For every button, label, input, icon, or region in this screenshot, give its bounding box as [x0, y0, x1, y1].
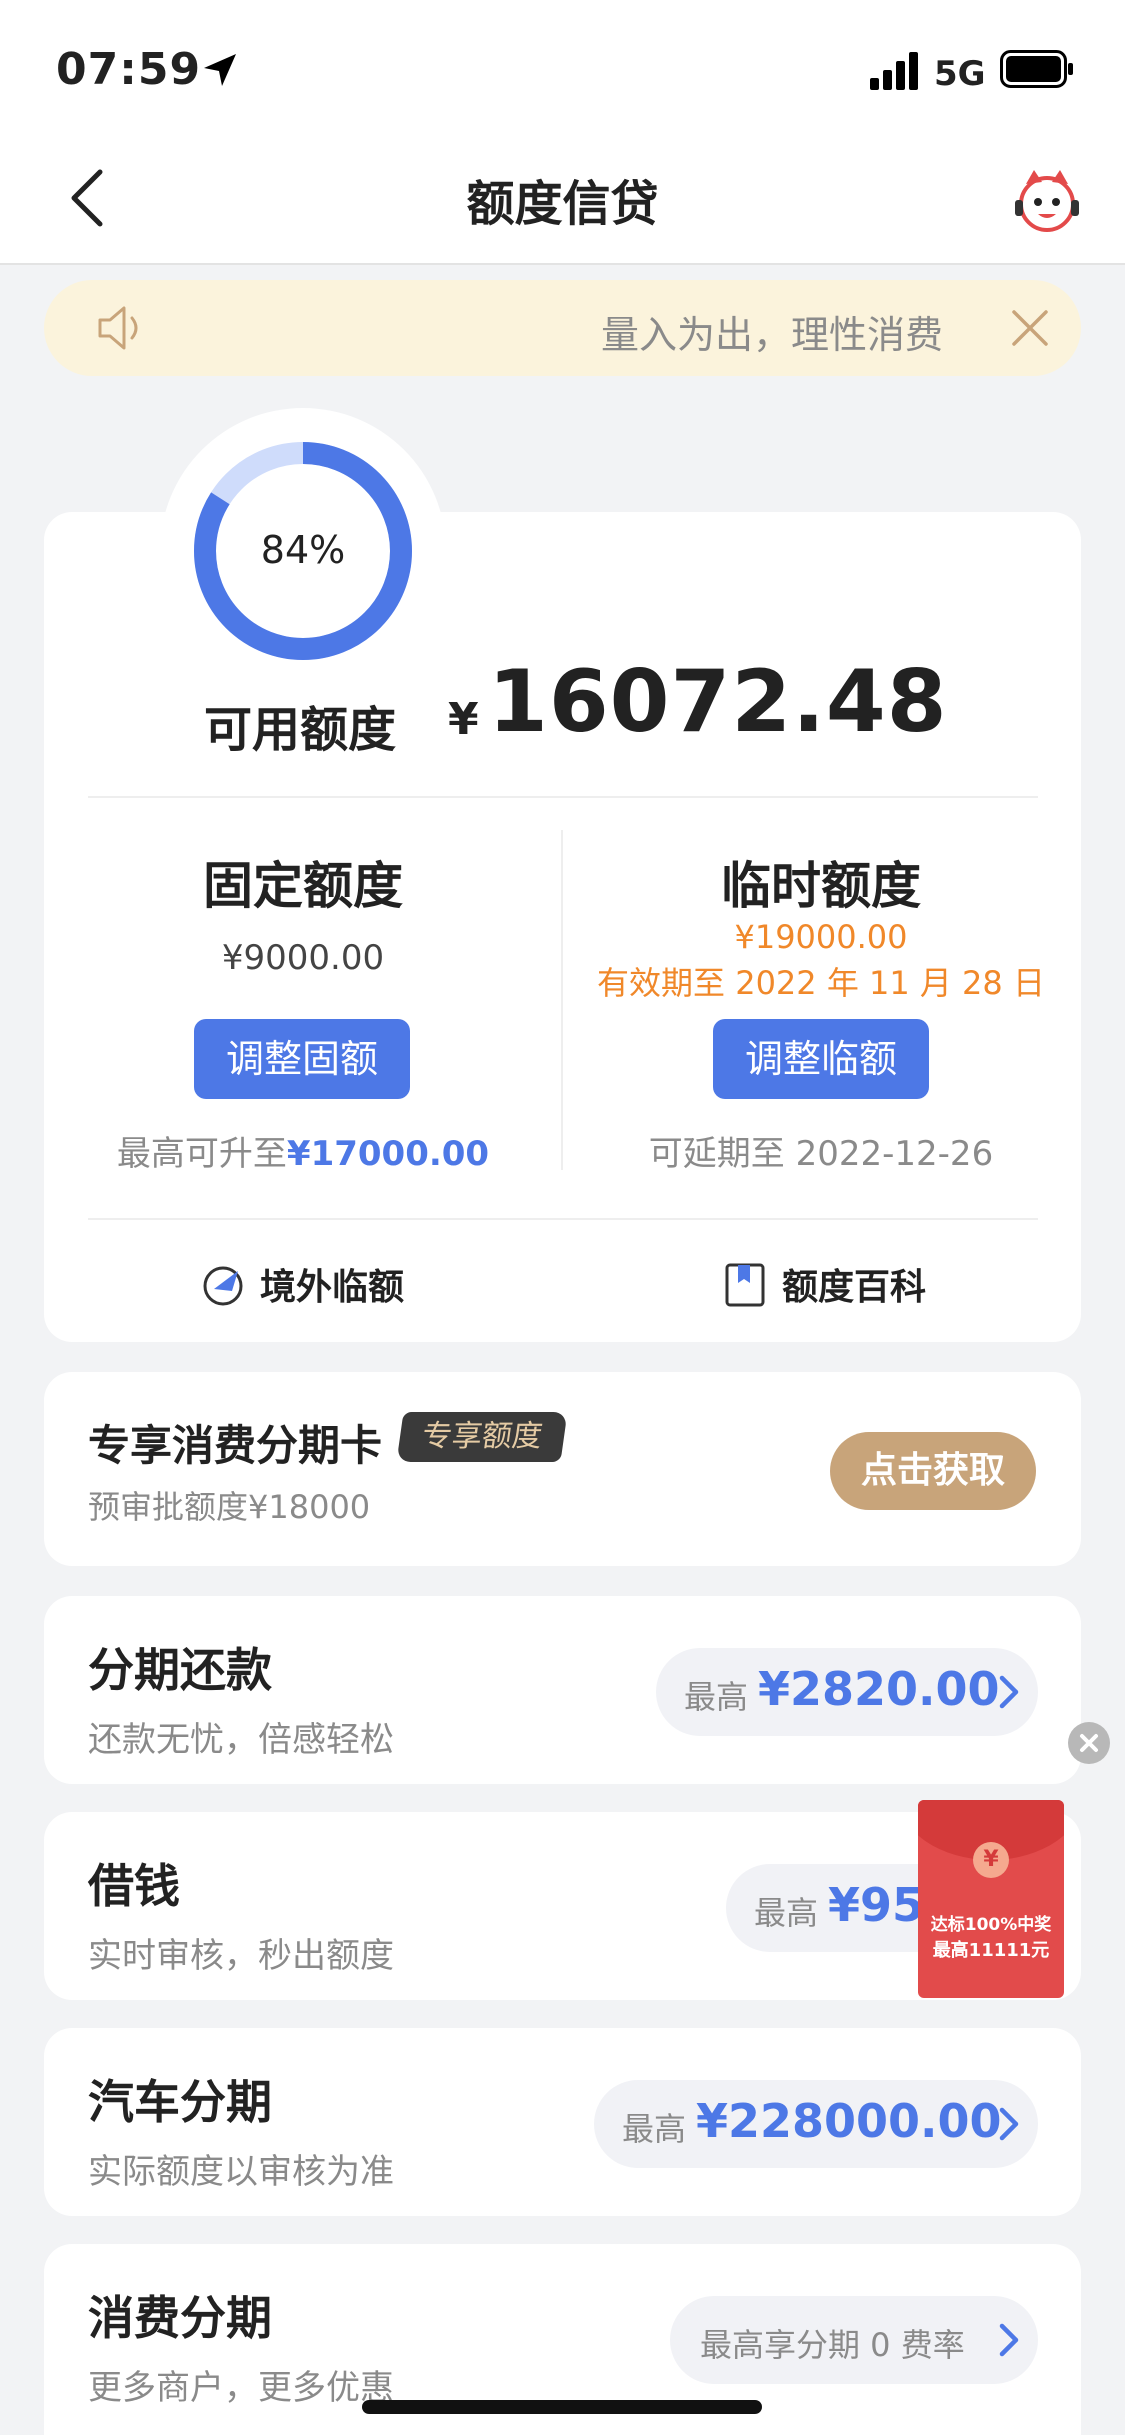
- exclusive-badge: 专享额度: [396, 1412, 568, 1462]
- battery-icon: [1000, 50, 1073, 88]
- available-label: 可用额度: [204, 702, 397, 758]
- overseas-quota-link[interactable]: 境外临额: [200, 1256, 404, 1312]
- service-sub: 还款无忧，倍感轻松: [88, 1720, 394, 1760]
- service-row-installment-repay[interactable]: 分期还款 还款无忧，倍感轻松 最高 ¥2820.00: [44, 1596, 1081, 1784]
- quota-encyclopedia-link[interactable]: 额度百科: [722, 1256, 926, 1312]
- service-value: ¥2820.00: [758, 1662, 1000, 1716]
- temp-quota-amount: ¥19000.00: [734, 918, 908, 956]
- book-icon: [725, 1263, 765, 1307]
- service-value: ¥228000.00: [696, 2094, 1002, 2148]
- fixed-max-prefix: 最高可升至: [116, 1134, 287, 1174]
- notice-text: 量入为出，理性消费: [600, 313, 943, 357]
- service-title: 消费分期: [88, 2291, 272, 2345]
- service-title: 分期还款: [88, 1643, 272, 1697]
- signal-icon: [870, 52, 918, 90]
- red-packet-line2: 最高11111元: [932, 1940, 1050, 1961]
- installment-card-title: 专享消费分期卡: [88, 1421, 383, 1470]
- service-title: 借钱: [88, 1859, 180, 1913]
- page-title: 额度信贷: [466, 176, 659, 232]
- service-prefix: 最高: [622, 2110, 687, 2148]
- service-sub: 实时审核，秒出额度: [88, 1936, 394, 1976]
- nav-bar: 额度信贷: [0, 130, 1125, 265]
- service-pill[interactable]: 最高 ¥228000.00: [594, 2080, 1038, 2168]
- temp-quota-validity: 有效期至 2022 年 11 月 28 日: [597, 964, 1045, 1002]
- temp-quota-title: 临时额度: [721, 857, 921, 915]
- installment-card: 专享消费分期卡 专享额度 预审批额度¥18000 点击获取: [44, 1372, 1081, 1566]
- red-packet-widget[interactable]: ¥ 达标100%中奖 最高11111元: [918, 1800, 1064, 1998]
- chevron-right-icon: [999, 2107, 1019, 2141]
- service-pill[interactable]: 最高享分期 0 费率: [670, 2296, 1038, 2384]
- status-time: 07:59: [56, 44, 202, 95]
- location-arrow-icon: [204, 54, 236, 86]
- fixed-quota-title: 固定额度: [203, 857, 403, 915]
- close-icon[interactable]: [1010, 308, 1050, 348]
- service-sub: 更多商户，更多优惠: [88, 2368, 394, 2408]
- network-label: 5G: [934, 54, 986, 94]
- temp-extend-text: 可延期至 2022-12-26: [648, 1134, 994, 1174]
- close-icon: [1080, 1734, 1098, 1752]
- fixed-max-amount: ¥17000.00: [286, 1134, 490, 1174]
- divider: [561, 830, 563, 1170]
- home-indicator: [362, 2400, 762, 2414]
- installment-card-sub: 预审批额度¥18000: [88, 1488, 371, 1526]
- red-packet-close-button[interactable]: [1068, 1722, 1110, 1764]
- chevron-right-icon: [999, 2323, 1019, 2357]
- service-sub: 实际额度以审核为准: [88, 2152, 394, 2192]
- get-card-button[interactable]: 点击获取: [830, 1432, 1036, 1510]
- red-packet-seal: ¥: [973, 1842, 1009, 1878]
- service-row-car-installment[interactable]: 汽车分期 实际额度以审核为准 最高 ¥228000.00: [44, 2028, 1081, 2216]
- service-prefix: 最高: [754, 1894, 819, 1932]
- divider: [88, 796, 1038, 798]
- quota-encyclopedia-label: 额度百科: [782, 1267, 927, 1308]
- available-amount: 16072.48: [488, 652, 948, 752]
- chevron-right-icon: [999, 1675, 1019, 1709]
- status-bar: 07:59 5G: [0, 0, 1125, 130]
- fixed-quota-amount: ¥9000.00: [221, 938, 385, 978]
- mascot-avatar-icon[interactable]: [1012, 166, 1082, 236]
- adjust-temp-button[interactable]: 调整临额: [713, 1019, 929, 1099]
- service-pill[interactable]: 最高 ¥2820.00: [656, 1648, 1038, 1736]
- service-title: 汽车分期: [88, 2075, 272, 2129]
- fixed-max-text: 最高可升至¥17000.00: [88, 1126, 518, 1175]
- overseas-quota-label: 境外临额: [260, 1267, 405, 1308]
- currency-symbol: ¥: [448, 694, 479, 745]
- globe-plane-icon: [203, 1266, 243, 1306]
- divider: [88, 1218, 1038, 1220]
- usage-percent: 84%: [260, 528, 346, 572]
- service-prefix: 最高: [684, 1678, 749, 1716]
- service-value: 最高享分期 0 费率: [700, 2326, 965, 2364]
- notice-bar: 量入为出，理性消费: [44, 280, 1081, 376]
- red-packet-line1: 达标100%中奖: [930, 1915, 1052, 1935]
- adjust-fixed-button[interactable]: 调整固额: [194, 1019, 410, 1099]
- speaker-icon: [98, 306, 138, 350]
- service-value: ¥95: [828, 1878, 925, 1932]
